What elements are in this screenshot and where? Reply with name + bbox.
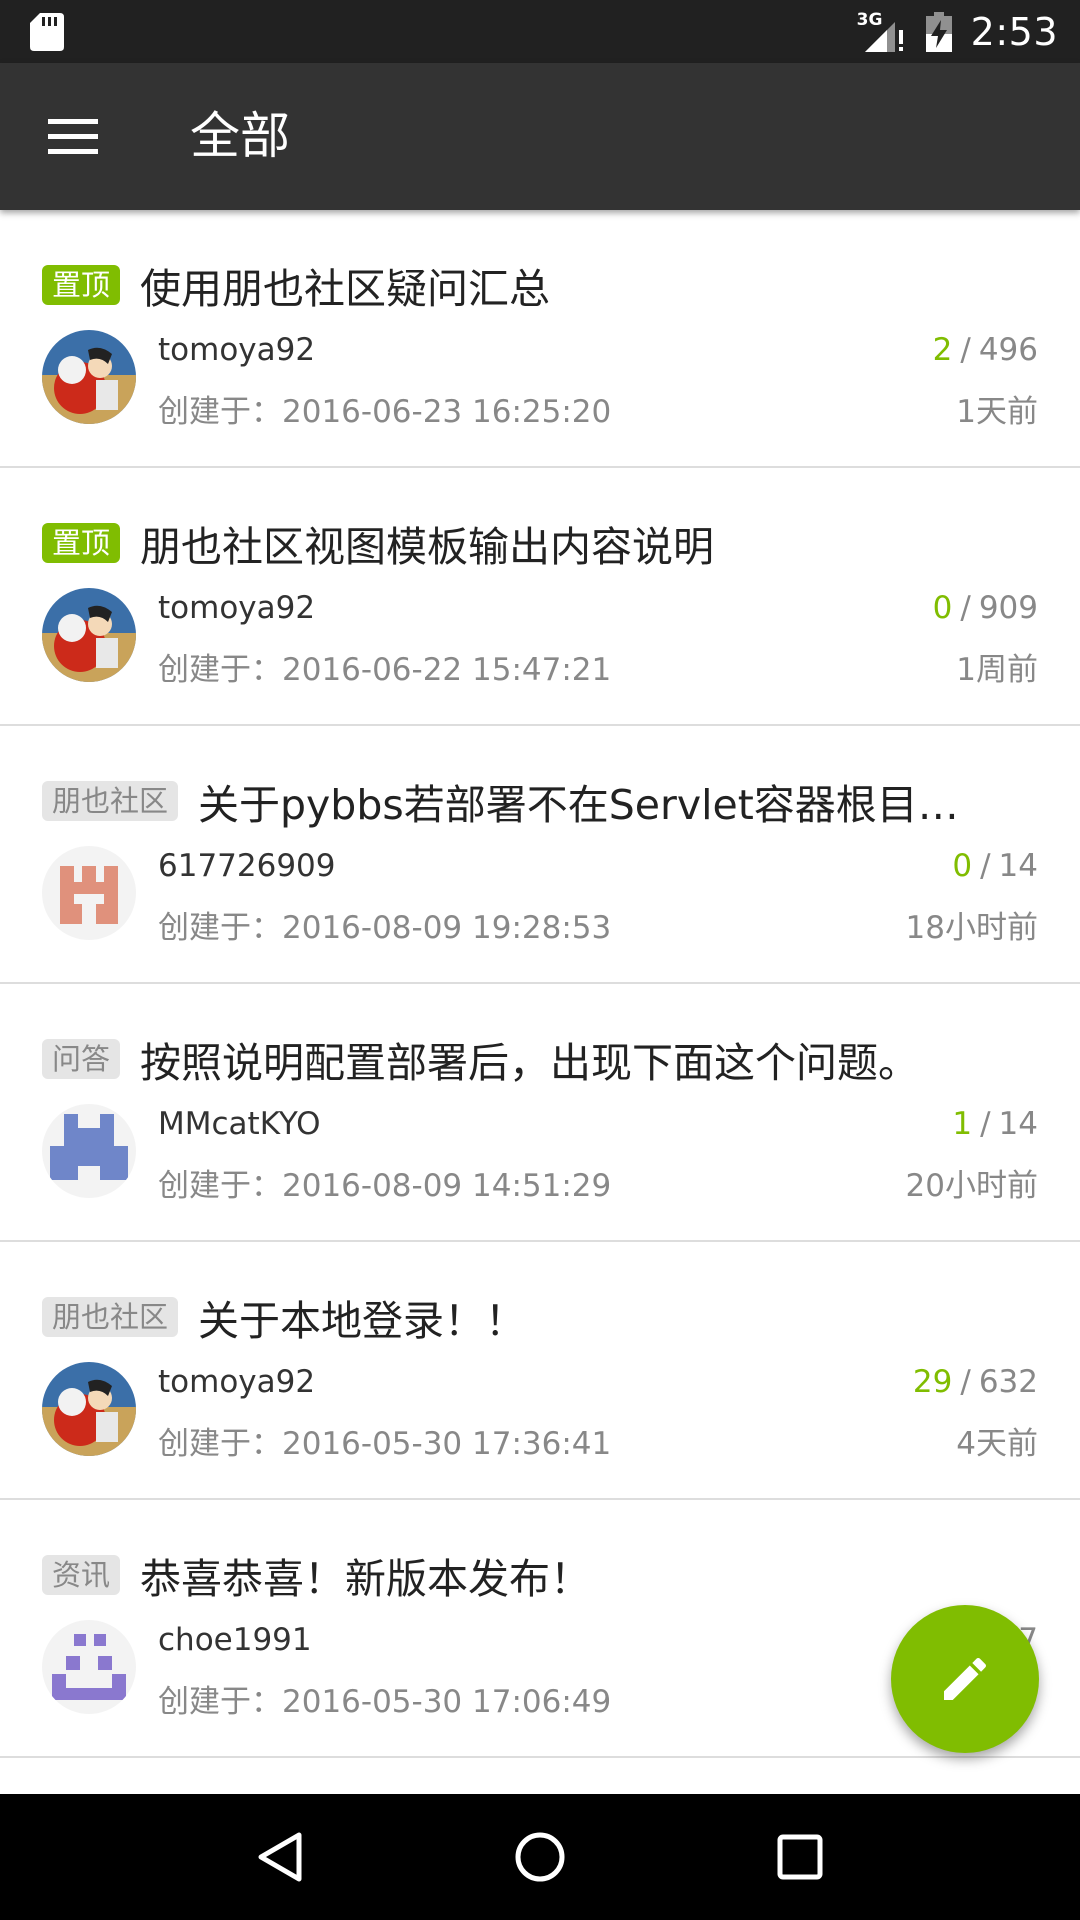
author-name: MMcatKYO [158,1106,321,1142]
topic-title: 恭喜恭喜！新版本发布！ [140,1555,592,1603]
recents-button[interactable] [765,1822,835,1892]
tab-badge: 朋也社区 [42,1297,179,1337]
created-time: 创建于：2016-05-30 17:36:41 [158,1426,612,1462]
view-count: 632 [978,1364,1038,1400]
page-title: 全部 [190,107,290,165]
reply-view-counts: 1/14 [952,1106,1038,1142]
topic-title-row: 朋也社区 关于本地登录！！ [42,1287,526,1347]
author-name: 617726909 [158,848,336,884]
topic-title-row: 朋也社区 关于pybbs若部署不在Servlet容器根目录(… [42,771,998,831]
last-reply-time: 4天前 [956,1426,1038,1462]
topic-item[interactable]: 朋也社区 关于本地登录！！ tomoya92 创建于：2016-05-30 17:36… [0,1242,1080,1500]
avatar[interactable] [42,1620,136,1714]
view-count: 14 [998,848,1038,884]
last-reply-time: 20小时前 [905,1168,1038,1204]
reply-count: 2 [932,332,953,368]
count-separator: / [960,590,971,626]
status-bar: 3G 2:53 [0,0,1080,63]
last-reply-time: 1周前 [956,652,1038,688]
reply-view-counts: 0/909 [933,590,1038,626]
reply-count: 29 [912,1364,953,1400]
created-time: 创建于：2016-08-09 19:28:53 [158,910,612,946]
reply-count: 0 [932,590,953,626]
new-topic-button[interactable] [891,1605,1039,1753]
reply-view-counts: 29/632 [913,1364,1038,1400]
avatar[interactable] [42,588,136,682]
topic-item[interactable]: 置顶 朋也社区视图模板输出内容说明 tomoya92 创建于：2016-06-22 1… [0,468,1080,726]
hamburger-menu-icon [48,119,98,154]
avatar[interactable] [42,1104,136,1198]
signal-icon [864,21,903,52]
author-name: tomoya92 [158,332,316,368]
created-time: 创建于：2016-06-23 16:25:20 [158,394,612,430]
avatar[interactable] [42,330,136,424]
topic-title: 使用朋也社区疑问汇总 [140,265,551,313]
last-reply-time: 18小时前 [905,910,1038,946]
topic-item[interactable]: 问答 按照说明配置部署后，出现下面这个问题。 MMcatKYO 创建于：2016-08… [0,984,1080,1242]
topic-title-row: 资讯 恭喜恭喜！新版本发布！ [42,1545,591,1605]
author-name: tomoya92 [158,1364,316,1400]
circle-home-icon [515,1832,565,1882]
topic-list: 置顶 使用朋也社区疑问汇总 tomoya92 创建于：2016-06-23 16:25… [0,210,1080,1758]
author-name: choe1991 [158,1622,312,1658]
count-separator: / [980,1106,991,1142]
topic-item[interactable]: 朋也社区 关于pybbs若部署不在Servlet容器根目录(… 617726909 创… [0,726,1080,984]
count-separator: / [960,332,971,368]
sd-card-icon [30,13,64,51]
count-separator: / [980,848,991,884]
view-count: 496 [978,332,1038,368]
topic-title-row: 置顶 使用朋也社区疑问汇总 [42,255,550,315]
view-count: 14 [998,1106,1038,1142]
created-time: 创建于：2016-06-22 15:47:21 [158,652,612,688]
topic-item[interactable]: 置顶 使用朋也社区疑问汇总 tomoya92 创建于：2016-06-23 16:25… [0,210,1080,468]
topic-title-row: 问答 按照说明配置部署后，出现下面这个问题。 [42,1029,919,1089]
reply-count: 0 [952,848,973,884]
avatar[interactable] [42,846,136,940]
menu-button[interactable] [30,107,116,167]
view-count: 909 [978,590,1038,626]
back-button[interactable] [245,1822,315,1892]
count-separator: / [960,1364,971,1400]
topic-title: 关于本地登录！！ [198,1297,527,1345]
tab-badge: 问答 [42,1039,121,1079]
topic-title: 关于pybbs若部署不在Servlet容器根目录(… [198,781,999,829]
system-nav-bar [0,1794,1080,1920]
topic-title: 朋也社区视图模板输出内容说明 [140,523,715,571]
reply-count: 1 [952,1106,973,1142]
pencil-edit-icon [944,1657,987,1700]
clock: 2:53 [970,9,1058,54]
home-button[interactable] [505,1822,575,1892]
created-time: 创建于：2016-05-30 17:06:49 [158,1684,612,1720]
tab-badge: 置顶 [42,523,121,563]
topic-title: 按照说明配置部署后，出现下面这个问题。 [140,1039,920,1087]
created-time: 创建于：2016-08-09 14:51:29 [158,1168,612,1204]
last-reply-time: 1天前 [956,394,1038,430]
reply-view-counts: 2/496 [933,332,1038,368]
tab-badge: 朋也社区 [42,781,179,821]
battery-charging-icon [925,11,952,52]
tab-badge: 资讯 [42,1555,121,1595]
triangle-back-icon [258,1832,302,1882]
avatar[interactable] [42,1362,136,1456]
topic-title-row: 置顶 朋也社区视图模板输出内容说明 [42,513,714,573]
reply-view-counts: 0/14 [952,848,1038,884]
author-name: tomoya92 [158,590,316,626]
tab-badge: 置顶 [42,265,121,305]
square-recents-icon [777,1834,823,1880]
cell-signal: 3G [857,10,907,52]
app-toolbar: 全部 [0,63,1080,210]
